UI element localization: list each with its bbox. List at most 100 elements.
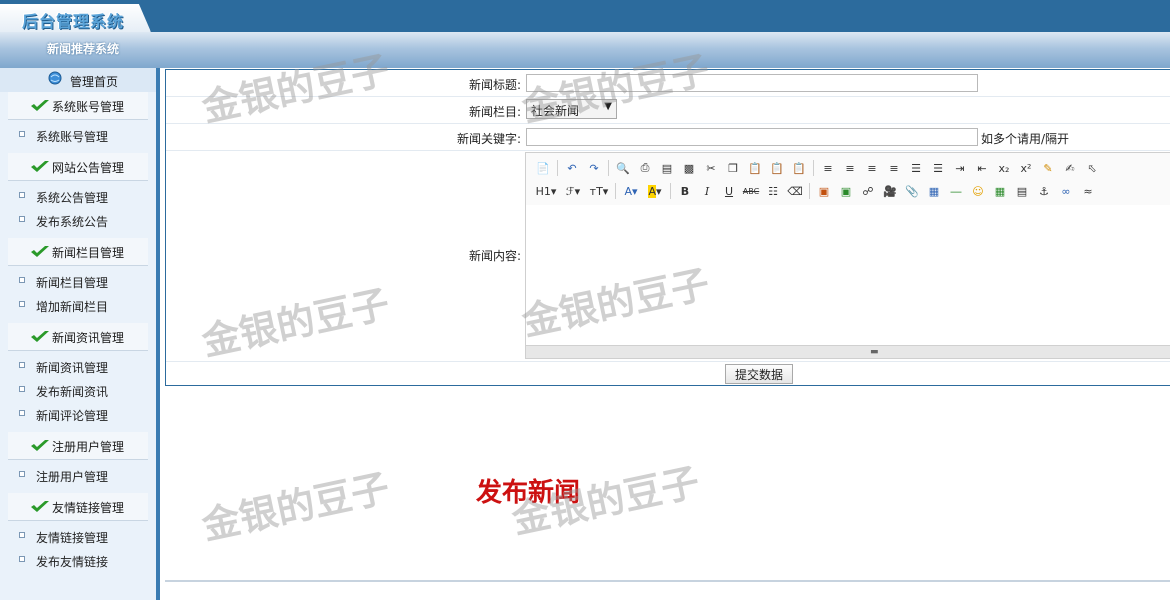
sidebar-item-label[interactable]: 注册用户管理 <box>36 468 108 485</box>
italic-icon[interactable]: I <box>696 181 718 201</box>
green-arrow-icon <box>31 501 49 512</box>
sidebar-item-column-manage[interactable]: 新闻栏目管理 <box>0 270 156 292</box>
sidebar-group-news[interactable]: 新闻资讯管理 <box>8 323 148 351</box>
pointer-icon[interactable]: ⬁ <box>1081 158 1103 178</box>
sidebar-item-column-add[interactable]: 增加新闻栏目 <box>0 294 156 316</box>
sidebar-item-label[interactable]: 新闻评论管理 <box>36 407 108 424</box>
ordered-list-icon[interactable]: ☰ <box>905 158 927 178</box>
flash-icon[interactable]: ☍ <box>857 181 879 201</box>
eraser-icon[interactable]: ⌫ <box>784 181 806 201</box>
column-select-value: 社会新闻 <box>531 104 580 118</box>
sidebar-item-label[interactable]: 新闻资讯管理 <box>36 359 108 376</box>
code-icon[interactable]: ▩ <box>678 158 700 178</box>
map-icon[interactable]: ▦ <box>989 181 1011 201</box>
form-row-title: 新闻标题: <box>166 70 1170 97</box>
sidebar-item-label[interactable]: 系统公告管理 <box>36 189 108 206</box>
sidebar-item-notice-manage[interactable]: 系统公告管理 <box>0 185 156 207</box>
superscript-icon[interactable]: x² <box>1015 158 1037 178</box>
sidebar-home-label: 管理首页 <box>70 75 119 89</box>
sidebar-item-news-publish[interactable]: 发布新闻资讯 <box>0 379 156 401</box>
strikethrough-icon[interactable]: ABC <box>740 181 762 201</box>
table-icon[interactable]: ▦ <box>923 181 945 201</box>
sidebar-item-label[interactable]: 发布新闻资讯 <box>36 383 108 400</box>
sidebar-group-links[interactable]: 友情链接管理 <box>8 493 148 521</box>
subscript-icon[interactable]: x₂ <box>993 158 1015 178</box>
sidebar-item-label[interactable]: 友情链接管理 <box>36 529 108 546</box>
align-center-icon[interactable]: ≡ <box>839 158 861 178</box>
redo-icon[interactable]: ↷ <box>583 158 605 178</box>
align-left-icon[interactable]: ≡ <box>817 158 839 178</box>
bullet-icon <box>19 192 25 198</box>
bottom-divider <box>165 580 1170 582</box>
underline-icon[interactable]: U <box>718 181 740 201</box>
sidebar-item-comment-manage[interactable]: 新闻评论管理 <box>0 403 156 425</box>
title-input[interactable] <box>526 74 978 92</box>
font-size-icon[interactable]: ᴛT ▾ <box>586 181 612 201</box>
paste-icon[interactable]: 📋 <box>744 158 766 178</box>
content-label: 新闻内容: <box>468 249 521 263</box>
submit-button[interactable]: 提交数据 <box>725 364 793 384</box>
pagebreak-icon[interactable]: ▤ <box>1011 181 1033 201</box>
sidebar-item-label[interactable]: 系统账号管理 <box>36 128 108 145</box>
paste-word-icon[interactable]: 📋 <box>788 158 810 178</box>
paste-text-icon[interactable]: 📋 <box>766 158 788 178</box>
sidebar-item-label[interactable]: 增加新闻栏目 <box>36 298 108 315</box>
attachment-icon[interactable]: 📎 <box>901 181 923 201</box>
media-icon[interactable]: 🎥 <box>879 181 901 201</box>
sidebar-group-users[interactable]: 注册用户管理 <box>8 432 148 460</box>
sidebar-group-notices[interactable]: 网站公告管理 <box>8 153 148 181</box>
bullet-icon <box>19 471 25 477</box>
sidebar-item-news-manage[interactable]: 新闻资讯管理 <box>0 355 156 377</box>
sidebar-item-link-publish[interactable]: 发布友情链接 <box>0 549 156 571</box>
sidebar-group-columns[interactable]: 新闻栏目管理 <box>8 238 148 266</box>
highlight-icon[interactable]: A ▾ <box>643 181 667 201</box>
sidebar-item-user-manage[interactable]: 注册用户管理 <box>0 464 156 486</box>
sidebar-item-label[interactable]: 新闻栏目管理 <box>36 274 108 291</box>
unordered-list-icon[interactable]: ☰ <box>927 158 949 178</box>
toolbar-row-2: H1 ▾ ℱ ▾ ᴛT ▾ A ▾ A ▾ B I U ABC ☷ ⌫ ▣ ▣ ☍ <box>532 180 1099 202</box>
sidebar-item-label[interactable]: 发布友情链接 <box>36 553 108 570</box>
align-justify-icon[interactable]: ≡ <box>883 158 905 178</box>
sidebar-group-accounts[interactable]: 系统账号管理 <box>8 92 148 120</box>
text-color-label: A <box>624 184 632 198</box>
line-height-icon[interactable]: ☷ <box>762 181 784 201</box>
undo-icon[interactable]: ↶ <box>561 158 583 178</box>
bold-icon[interactable]: B <box>674 181 696 201</box>
editor-resize-handle[interactable]: ▬ <box>526 345 1170 358</box>
bullet-icon <box>19 362 25 368</box>
font-family-icon[interactable]: ℱ ▾ <box>560 181 586 201</box>
sidebar-item-label[interactable]: 发布系统公告 <box>36 213 108 230</box>
cut-icon[interactable]: ✂ <box>700 158 722 178</box>
sidebar-item-link-manage[interactable]: 友情链接管理 <box>0 525 156 547</box>
preview-icon[interactable]: 🔍 <box>612 158 634 178</box>
unlink-icon[interactable]: ≈ <box>1077 181 1099 201</box>
column-label: 新闻栏目: <box>468 105 521 119</box>
heading-icon[interactable]: H1 ▾ <box>532 181 560 201</box>
multi-image-icon[interactable]: ▣ <box>835 181 857 201</box>
column-select[interactable]: 社会新闻 ▼ <box>526 99 617 119</box>
keywords-input[interactable] <box>526 128 978 146</box>
image-icon[interactable]: ▣ <box>813 181 835 201</box>
title-label: 新闻标题: <box>468 78 521 92</box>
bullet-icon <box>19 556 25 562</box>
hr-icon[interactable]: ― <box>945 181 967 201</box>
outdent-icon[interactable]: ⇤ <box>971 158 993 178</box>
template-icon[interactable]: ▤ <box>656 158 678 178</box>
sidebar-item-notice-publish[interactable]: 发布系统公告 <box>0 209 156 231</box>
sidebar-group-label: 新闻资讯管理 <box>52 331 125 345</box>
sidebar-item-account-manage[interactable]: 系统账号管理 <box>0 124 156 146</box>
globe-home-icon <box>48 71 62 85</box>
sidebar-home[interactable]: 管理首页 <box>0 68 156 92</box>
clear-format-icon[interactable]: ✎ <box>1037 158 1059 178</box>
anchor-icon[interactable]: ⚓ <box>1033 181 1055 201</box>
indent-icon[interactable]: ⇥ <box>949 158 971 178</box>
text-color-icon[interactable]: A ▾ <box>619 181 643 201</box>
select-all-icon[interactable]: ✍ <box>1059 158 1081 178</box>
source-icon[interactable]: 📄 <box>532 158 554 178</box>
emoticon-icon[interactable]: ☺ <box>967 181 989 201</box>
print-icon[interactable]: ⎙ <box>634 158 656 178</box>
align-right-icon[interactable]: ≡ <box>861 158 883 178</box>
rich-text-editor: 📄 ↶ ↷ 🔍 ⎙ ▤ ▩ ✂ ❐ 📋 📋 📋 ≡ ≡ ≡ ≡ ☰ ☰ ⇥ ⇤ … <box>525 152 1170 359</box>
copy-icon[interactable]: ❐ <box>722 158 744 178</box>
link-icon[interactable]: ∞ <box>1055 181 1077 201</box>
